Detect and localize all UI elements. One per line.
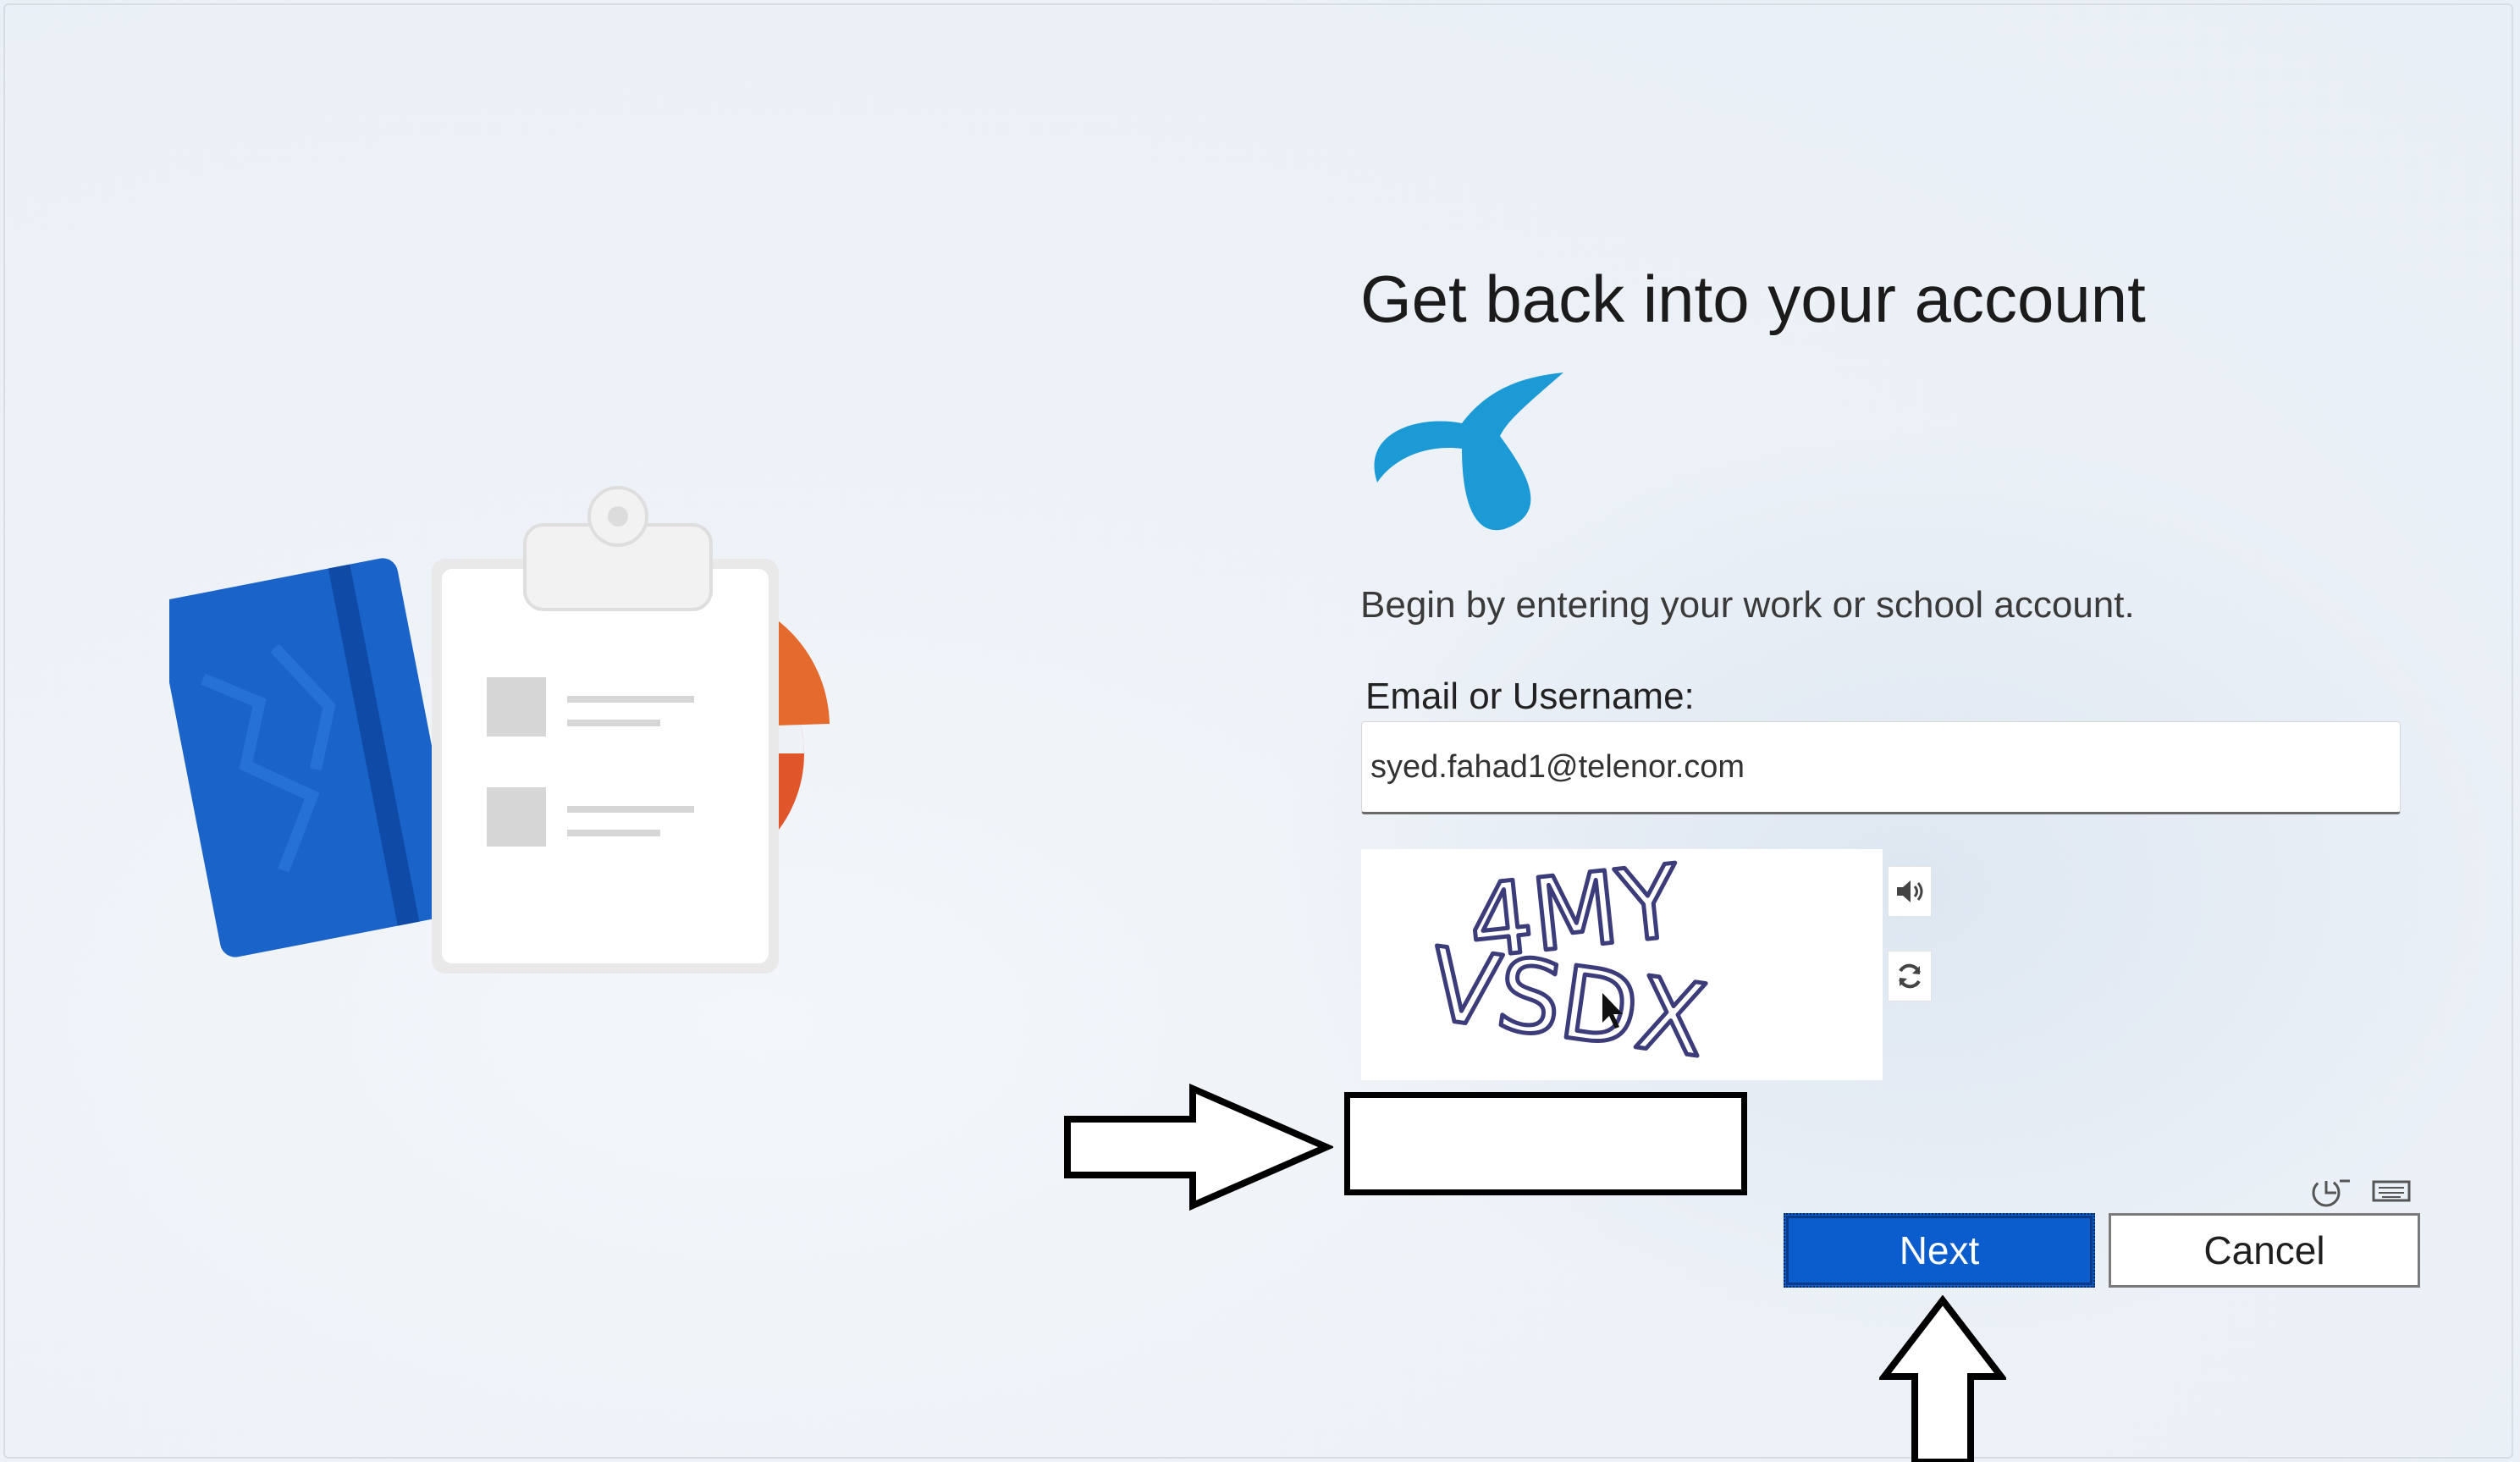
notebook-icon	[169, 558, 462, 957]
accessibility-icon	[2312, 1178, 2350, 1207]
intro-text: Begin by entering your work or school ac…	[1360, 584, 2135, 626]
annotation-arrow-up	[1879, 1295, 2006, 1462]
captcha-refresh-button[interactable]	[1888, 951, 1932, 1001]
next-button[interactable]: Next	[1784, 1213, 2095, 1288]
illustration	[169, 486, 830, 974]
cancel-button[interactable]: Cancel	[2109, 1213, 2420, 1288]
email-field[interactable]	[1361, 721, 2401, 814]
email-label: Email or Username:	[1365, 676, 1695, 717]
telenor-logo	[1374, 372, 1563, 531]
keyboard-button[interactable]	[2370, 1173, 2412, 1209]
annotation-arrow-right	[1064, 1084, 1333, 1211]
page-title: Get back into your account	[1360, 262, 2146, 336]
accessibility-button[interactable]	[2307, 1173, 2354, 1209]
captcha-audio-button[interactable]	[1888, 866, 1932, 917]
keyboard-icon	[2372, 1180, 2411, 1202]
clipboard-icon	[432, 486, 779, 974]
captcha-image: 4MY VSDX	[1361, 849, 1883, 1080]
captcha-input[interactable]	[1344, 1092, 1747, 1195]
speaker-icon	[1897, 880, 1923, 902]
refresh-icon	[1899, 963, 1921, 989]
